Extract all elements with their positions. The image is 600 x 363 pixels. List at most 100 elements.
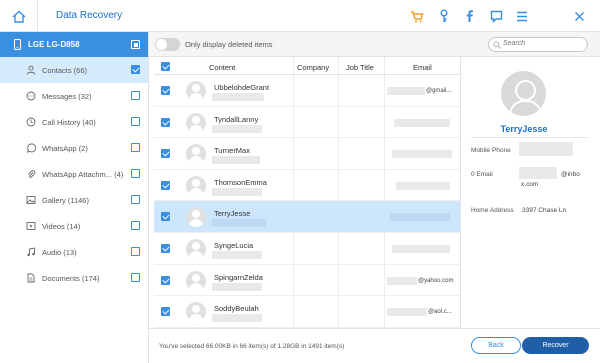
- redacted-detail: [212, 187, 262, 196]
- whatsapp-attachments-icon: [27, 170, 36, 178]
- audio-icon: [27, 247, 35, 257]
- documents-checkbox[interactable]: [131, 273, 140, 282]
- title-bar: Data Recovery: [0, 0, 600, 32]
- detail-contact-name: TerryJesse: [500, 124, 548, 134]
- row-checkbox[interactable]: [161, 117, 170, 127]
- device-checkbox[interactable]: [131, 40, 140, 49]
- redacted-email: [392, 244, 450, 253]
- row-checkbox[interactable]: [161, 307, 170, 317]
- detail-avatar: [501, 71, 546, 116]
- sidebar-item-label: Messages (32): [42, 91, 92, 101]
- sidebar-item-contacts[interactable]: Contacts (66): [0, 57, 148, 83]
- call-history-checkbox[interactable]: [131, 117, 140, 126]
- cart-icon: [411, 10, 424, 22]
- row-checkbox[interactable]: [161, 243, 170, 253]
- sidebar-item-gallery[interactable]: Gallery (1146): [0, 187, 148, 213]
- header-email[interactable]: Email: [413, 63, 432, 72]
- home-icon: [12, 10, 25, 23]
- table-row[interactable]: TurnerMax: [154, 138, 460, 170]
- avatar: [186, 270, 206, 291]
- app-title: Data Recovery: [56, 10, 123, 21]
- contact-name: SyngeLucia: [214, 240, 254, 250]
- sidebar-item-call-history[interactable]: Call History (40): [0, 109, 148, 135]
- sidebar-item-label: Gallery (1146): [42, 195, 89, 205]
- feedback-icon: [490, 10, 502, 23]
- sidebar: LGE LG-D858 Contacts (66) Messages (32) …: [0, 32, 149, 363]
- email-label: 0 Email: [471, 171, 493, 178]
- sidebar-item-label: Audio (13): [42, 247, 77, 257]
- recover-button[interactable]: Recover: [522, 337, 589, 354]
- header-company[interactable]: Company: [297, 63, 329, 72]
- contacts-checkbox[interactable]: [131, 65, 140, 74]
- select-all-checkbox[interactable]: [161, 62, 170, 71]
- contacts-icon: [26, 65, 36, 75]
- deleted-only-label: Only display deleted items: [185, 40, 273, 49]
- sidebar-item-messages[interactable]: Messages (32): [0, 83, 148, 109]
- close-icon: [574, 11, 584, 21]
- table-header: Content Company Job Title Email: [154, 57, 460, 75]
- deleted-only-toggle[interactable]: [155, 38, 180, 51]
- table-row[interactable]: SpingarnZelda @yahoo.com: [154, 265, 460, 297]
- cart-button[interactable]: [408, 7, 426, 25]
- sidebar-item-label: Documents (174): [42, 273, 100, 283]
- table-row[interactable]: SyngeLucia: [154, 233, 460, 265]
- gallery-checkbox[interactable]: [131, 195, 140, 204]
- table-row[interactable]: SoddyBeulah @aol.c...: [154, 296, 460, 328]
- avatar: [186, 207, 206, 228]
- row-checkbox[interactable]: [161, 86, 170, 95]
- table-row[interactable]: UbbelohdeGrant @gmail...: [154, 75, 460, 107]
- facebook-button[interactable]: [460, 7, 478, 25]
- redacted-detail: [212, 314, 262, 323]
- redacted-email: [387, 308, 427, 317]
- register-button[interactable]: [435, 7, 453, 25]
- mobile-phone-label: Mobile Phone: [471, 147, 511, 154]
- home-button[interactable]: [0, 0, 38, 32]
- avatar: [186, 302, 206, 323]
- detail-email-part2: x.com: [521, 181, 539, 188]
- header-job-title[interactable]: Job Title: [346, 63, 374, 72]
- row-checkbox[interactable]: [161, 212, 170, 222]
- sidebar-item-documents[interactable]: Documents (174): [0, 265, 148, 291]
- header-content[interactable]: Content: [209, 63, 235, 72]
- close-button[interactable]: [570, 7, 588, 25]
- toolbar: Only display deleted items: [149, 32, 600, 57]
- messages-checkbox[interactable]: [131, 91, 140, 100]
- table-row[interactable]: TerryJesse: [154, 201, 460, 233]
- row-checkbox[interactable]: [161, 275, 170, 285]
- audio-checkbox[interactable]: [131, 247, 140, 256]
- email-suffix: @aol.c...: [428, 309, 452, 316]
- contact-name: TerryJesse: [214, 209, 251, 219]
- contacts-table: Content Company Job Title Email Ubbelohd…: [154, 57, 460, 328]
- sidebar-item-label: WhatsApp (2): [42, 143, 88, 153]
- key-icon: [440, 9, 448, 22]
- search-box[interactable]: [488, 37, 588, 52]
- table-row[interactable]: ThomsonEmma: [154, 170, 460, 202]
- sidebar-item-videos[interactable]: Videos (14): [0, 213, 148, 239]
- whatsapp-attachments-checkbox[interactable]: [131, 169, 140, 178]
- menu-button[interactable]: [513, 7, 531, 25]
- redacted-phone: [519, 142, 573, 156]
- whatsapp-icon: [26, 143, 36, 153]
- call-history-icon: [26, 117, 36, 127]
- row-checkbox[interactable]: [161, 180, 170, 190]
- back-button[interactable]: Back: [471, 337, 521, 354]
- contact-name: SoddyBeulah: [214, 304, 259, 314]
- sidebar-item-whatsapp[interactable]: WhatsApp (2): [0, 135, 148, 161]
- detail-divider: [471, 137, 587, 138]
- redacted-email: [396, 181, 450, 190]
- redacted-detail-email: [519, 167, 557, 179]
- redacted-email: [390, 213, 450, 222]
- sidebar-item-whatsapp-attachments[interactable]: WhatsApp Attachm... (4): [0, 161, 148, 187]
- device-name: LGE LG-D858: [28, 40, 80, 49]
- sidebar-item-label: Contacts (66): [42, 65, 88, 75]
- home-address-value: 3397 Chase Ln: [522, 207, 567, 214]
- feedback-button[interactable]: [487, 7, 505, 25]
- whatsapp-checkbox[interactable]: [131, 143, 140, 152]
- search-input[interactable]: [503, 40, 583, 47]
- sidebar-item-audio[interactable]: Audio (13): [0, 239, 148, 265]
- videos-checkbox[interactable]: [131, 221, 140, 230]
- device-header[interactable]: LGE LG-D858: [0, 32, 148, 57]
- table-row[interactable]: TyndallLanny: [154, 107, 460, 139]
- facebook-icon: [466, 10, 473, 22]
- row-checkbox[interactable]: [161, 149, 170, 159]
